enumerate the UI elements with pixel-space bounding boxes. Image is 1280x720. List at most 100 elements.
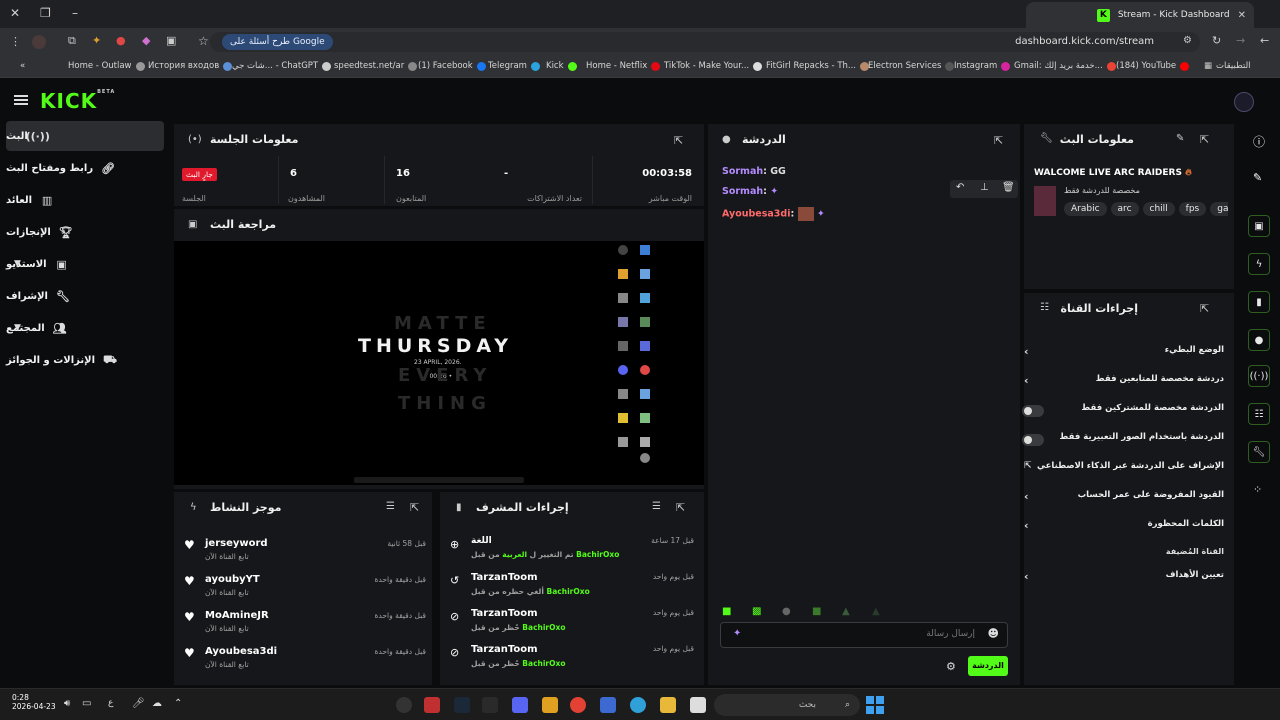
extension-icon[interactable]: ◆	[142, 34, 150, 47]
tag-pill[interactable]: chill	[1142, 202, 1175, 216]
bookmark-item[interactable]: (184) YouTube	[1116, 61, 1190, 71]
expand-icon[interactable]: ⇱	[410, 501, 419, 514]
expand-icon[interactable]: ⇱	[1200, 302, 1209, 315]
bookmark-item[interactable]: Home - Outlaw	[68, 61, 145, 71]
emote-icon[interactable]: ■	[722, 606, 731, 617]
expand-icon[interactable]: ⇱	[994, 134, 1003, 147]
microphone-icon[interactable]: 🎤︎	[132, 698, 145, 709]
restore-icon[interactable]: ❐	[40, 6, 51, 20]
sidebar-item-drops[interactable]: ⛟ الإنزالات و الجوائز	[6, 345, 164, 375]
bookmark-item[interactable]: История входов	[148, 61, 233, 71]
apps-bookmark[interactable]: ▦ التطبيقات	[1204, 61, 1251, 71]
bookmark-star-icon[interactable]: ☆	[198, 34, 209, 48]
emote-icon[interactable]: ▩	[752, 606, 761, 617]
slow-mode-action[interactable]: الوضع البطيء ›	[1024, 345, 1224, 365]
google-ask-pill[interactable]: طرح أسئلة على Google	[222, 34, 333, 50]
sidebar-item-community[interactable]: ▼ 👥︎ المجتمع	[6, 313, 164, 343]
smiley-icon[interactable]: ☻	[988, 627, 999, 640]
forward-icon[interactable]: →	[1236, 34, 1245, 47]
taskbar-app[interactable]	[482, 697, 498, 713]
bookmark-item[interactable]: (1) Facebook	[418, 61, 486, 71]
extension-icon[interactable]: ●	[116, 34, 126, 47]
rail-button-wrench[interactable]: 🔧︎	[1248, 441, 1270, 463]
network-icon[interactable]: ▭	[82, 698, 91, 709]
close-icon[interactable]: ✕	[10, 6, 20, 20]
delete-icon[interactable]: 🗑︎	[1002, 182, 1015, 193]
sidebar-item-stream-key[interactable]: 🔗︎ رابط ومفتاح البث	[6, 153, 164, 183]
tab-close-icon[interactable]: ✕	[1238, 10, 1246, 21]
emote-icon[interactable]: ▲	[842, 606, 850, 617]
more-dots-icon[interactable]: ⁘	[1253, 483, 1262, 496]
bookmark-item[interactable]: TikTok - Make Your...	[664, 61, 763, 71]
chat-username[interactable]: Ayoubesa3di	[722, 209, 790, 220]
user-avatar[interactable]	[1234, 92, 1254, 112]
filter-icon[interactable]: ☰	[386, 501, 395, 512]
reload-icon[interactable]: ↻	[1212, 34, 1221, 47]
ai-moderation-action[interactable]: الإشراف على الدردشة عبر الذكاء الاصطناعي…	[1024, 461, 1224, 481]
kick-logo[interactable]: KICKBETA	[40, 89, 115, 113]
taskbar-app[interactable]	[424, 697, 440, 713]
tag-pill[interactable]: gam	[1210, 202, 1228, 216]
bookmark-item[interactable]: Kick	[546, 61, 577, 71]
sidebar-item-revenue[interactable]: ▥ العائد	[6, 185, 164, 215]
bookmark-item[interactable]: شات جي... - ChatGPT	[232, 61, 332, 71]
edit-icon[interactable]: ✎	[1253, 171, 1262, 184]
expand-icon[interactable]: ⇱	[1200, 133, 1209, 146]
emote-icon[interactable]: ●	[782, 606, 791, 617]
bookmark-item[interactable]: FitGirl Repacks - Th...	[766, 61, 870, 71]
rail-button-broadcast[interactable]: ((·))	[1248, 365, 1270, 387]
followers-only-action[interactable]: دردشة مخصصة للمتابعين فقط ›	[1024, 374, 1224, 394]
sidebar-item-moderation[interactable]: 🔧︎ الإشراف	[6, 281, 164, 311]
chat-send-button[interactable]: الدردشة	[968, 656, 1008, 676]
emote-icon[interactable]: ■	[812, 606, 821, 617]
category-thumbnail[interactable]	[1034, 186, 1056, 216]
rail-button-clip[interactable]: ▣	[1248, 215, 1270, 237]
address-bar[interactable]: ☆ طرح أسئلة على Google dashboard.kick.co…	[198, 32, 1200, 52]
banned-words-action[interactable]: الكلمات المحظورة ›	[1024, 519, 1224, 539]
rail-button-chat[interactable]: ●	[1248, 329, 1270, 351]
taskbar-app-obs[interactable]	[396, 697, 412, 713]
site-settings-icon[interactable]: ⚙	[1183, 35, 1192, 46]
taskbar-app-discord[interactable]	[512, 697, 528, 713]
active-tab[interactable]: K Stream - Kick Dashboard ✕	[1026, 2, 1254, 28]
emote-icon[interactable]: ▲	[872, 606, 880, 617]
extensions-icon[interactable]: ⧉	[68, 34, 76, 48]
chat-username[interactable]: Sormah	[722, 166, 763, 177]
minimize-icon[interactable]: –	[72, 6, 78, 20]
hamburger-menu-icon[interactable]	[14, 95, 28, 105]
rail-button-sliders[interactable]: ☷	[1248, 403, 1270, 425]
language-indicator[interactable]: ع	[108, 698, 113, 708]
tag-pill[interactable]: arc	[1110, 202, 1139, 216]
emotes-only-toggle[interactable]: الدردشة باستخدام الصور التعبيرية فقط	[1022, 432, 1224, 452]
bookmark-item[interactable]: Gmail: خدمة بريد إلك...	[1014, 61, 1116, 71]
filter-icon[interactable]: ☰	[652, 501, 661, 512]
cloud-icon[interactable]: ☁	[152, 698, 162, 709]
rail-button-lightning[interactable]: ϟ	[1248, 253, 1270, 275]
taskbar-app-explorer[interactable]	[660, 697, 676, 713]
sidebar-item-studio[interactable]: ▼ ▣ الاستديو	[6, 249, 164, 279]
taskbar-app-store[interactable]	[600, 697, 616, 713]
bookmark-item[interactable]: Home - Netflix	[586, 61, 661, 71]
profile-avatar[interactable]	[32, 35, 46, 49]
info-icon[interactable]: ⓘ	[1253, 133, 1265, 150]
taskbar-search[interactable]: بحث ⌕	[714, 694, 860, 716]
taskbar-app-edge[interactable]	[630, 697, 646, 713]
stream-preview-video[interactable]: MATTE THURSDAY 23 APRIL, 2026. • 00:26 •…	[174, 241, 704, 485]
taskbar-app[interactable]	[690, 697, 706, 713]
expand-icon[interactable]: ⇱	[674, 134, 683, 147]
bookmarks-collapse-icon[interactable]: «	[20, 61, 25, 71]
windows-start-icon[interactable]	[866, 696, 884, 714]
taskbar-clock[interactable]: 0:28 2026-04-23	[12, 693, 56, 711]
account-age-action[interactable]: القيود المفروضة على عمر الحساب ›	[1024, 490, 1224, 510]
reply-icon[interactable]: ↶	[956, 182, 964, 193]
bookmark-item[interactable]: Electron Services	[868, 61, 955, 71]
volume-icon[interactable]: 🔊︎	[64, 698, 70, 709]
back-icon[interactable]: ←	[1260, 34, 1269, 47]
bookmark-item[interactable]: speedtest.net/ar	[334, 61, 418, 71]
chat-settings-icon[interactable]: ⚙	[946, 660, 956, 673]
set-goals-action[interactable]: تعيين الأهداف ›	[1024, 570, 1224, 590]
chevron-up-icon[interactable]: ⌃	[174, 698, 182, 709]
extension-icon[interactable]: ✦	[92, 34, 101, 47]
emote-picker-icon[interactable]: ✦	[733, 628, 741, 639]
bookmark-item[interactable]: Telegram	[488, 61, 540, 71]
